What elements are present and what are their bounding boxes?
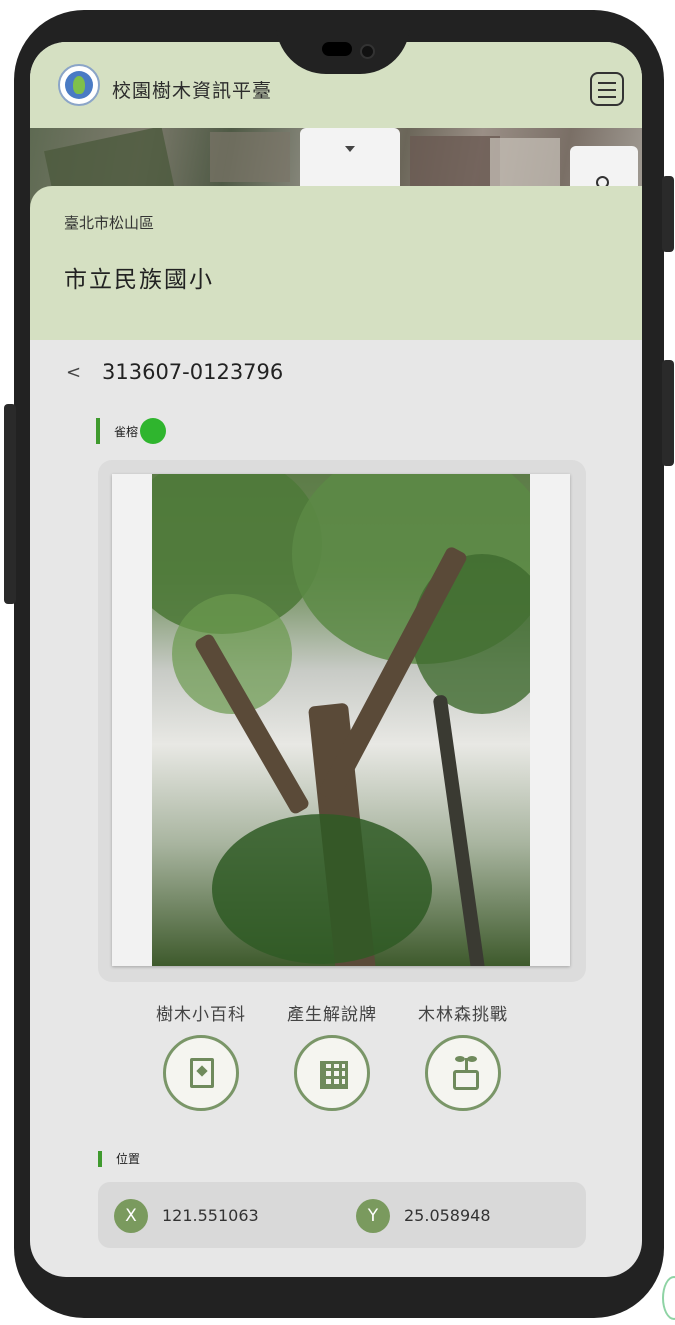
coordinates-card: X 121.551063 Y 25.058948 xyxy=(98,1182,586,1248)
photo-frame xyxy=(112,474,570,966)
tree-encyclopedia-action[interactable]: 樹木小百科 xyxy=(136,1000,266,1111)
x-coordinate: 121.551063 xyxy=(162,1206,259,1225)
health-status-dot xyxy=(140,418,167,444)
species-row: 雀榕 xyxy=(96,418,167,444)
app-title: 校園樹木資訊平臺 xyxy=(112,80,273,102)
forest-challenge-label: 木林森挑戰 xyxy=(418,1005,508,1025)
y-badge: Y xyxy=(356,1199,390,1233)
generate-sign-action[interactable]: 產生解說牌 xyxy=(267,1000,397,1111)
forest-challenge-action[interactable]: 木林森挑戰 xyxy=(398,1000,528,1111)
book-icon xyxy=(190,1058,214,1088)
species-name: 雀榕 xyxy=(114,424,139,439)
phone-side-button-right xyxy=(662,360,674,466)
section-marker xyxy=(98,1150,102,1167)
section-marker xyxy=(96,418,100,444)
tree-id: 313607-0123796 xyxy=(102,360,284,384)
tree-photo-card xyxy=(98,460,586,982)
phone-side-button-left xyxy=(4,404,16,604)
x-badge: X xyxy=(114,1199,148,1233)
phone-side-button-right-top xyxy=(662,176,674,252)
generate-sign-label: 產生解說牌 xyxy=(287,1005,377,1025)
sprout-icon xyxy=(451,1054,481,1090)
tree-encyclopedia-label: 樹木小百科 xyxy=(156,1005,246,1025)
hamburger-menu-icon[interactable] xyxy=(590,72,624,106)
y-coordinate: 25.058948 xyxy=(404,1206,491,1225)
action-buttons: 樹木小百科 產生解說牌 木林森挑戰 xyxy=(136,1000,536,1111)
tree-id-row: < 313607-0123796 xyxy=(66,360,283,384)
qr-code-icon xyxy=(320,1061,348,1089)
front-camera xyxy=(360,44,375,59)
back-chevron-icon[interactable]: < xyxy=(66,362,88,383)
map-layer-dropdown[interactable] xyxy=(300,128,400,186)
ministry-logo xyxy=(58,64,100,106)
caret-down-icon xyxy=(345,146,355,152)
tree-encyclopedia-button[interactable] xyxy=(163,1035,239,1111)
generate-sign-button[interactable] xyxy=(294,1035,370,1111)
position-label: 位置 xyxy=(116,1152,141,1166)
phone-screen: 校園樹木資訊平臺 臺北市松山區 市立民族國小 < 313607-0123796 … xyxy=(30,42,642,1277)
position-section-header: 位置 xyxy=(98,1150,140,1167)
speaker-grille xyxy=(322,42,352,56)
school-name: 市立民族國小 xyxy=(64,267,214,293)
tree-photo[interactable] xyxy=(152,474,530,966)
school-info-panel: 臺北市松山區 市立民族國小 xyxy=(30,186,642,340)
edge-decoration xyxy=(662,1276,675,1320)
district-label: 臺北市松山區 xyxy=(64,214,155,232)
forest-challenge-button[interactable] xyxy=(425,1035,501,1111)
